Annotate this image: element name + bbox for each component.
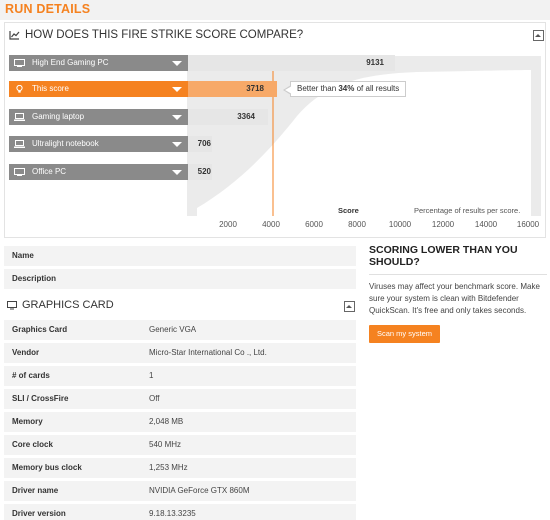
chart-icon xyxy=(9,31,20,40)
score-axis-label: Score xyxy=(338,206,359,215)
table-row: Core clock 540 MHz xyxy=(4,435,356,455)
bar-dropdown-gaming-laptop[interactable]: Gaming laptop xyxy=(9,109,188,125)
monitor-icon xyxy=(7,300,17,309)
callout-prefix: Better than xyxy=(297,84,339,93)
row-value: NVIDIA GeForce GTX 860M xyxy=(149,486,250,495)
axis-tick: 2000 xyxy=(219,220,237,229)
bar-row-ultralight-notebook: Ultralight notebook 706 xyxy=(9,136,214,152)
laptop-icon xyxy=(14,113,25,121)
table-row: # of cards 1 xyxy=(4,366,356,386)
row-key: Description xyxy=(12,274,57,283)
chevron-down-icon xyxy=(172,142,182,147)
row-value: Micro-Star International Co ., Ltd. xyxy=(149,348,267,357)
graphics-card-section-header: GRAPHICS CARD xyxy=(4,295,356,317)
axis-tick: 12000 xyxy=(431,220,455,229)
axis-tick: 14000 xyxy=(474,220,498,229)
table-row: Vendor Micro-Star International Co ., Lt… xyxy=(4,343,356,363)
row-key: # of cards xyxy=(12,371,50,380)
scoring-text: Viruses may affect your benchmark score.… xyxy=(369,282,540,315)
bar-dropdown-office-pc[interactable]: Office PC xyxy=(9,164,188,180)
row-value: 9.18.13.3235 xyxy=(149,509,196,518)
bar-value: 3364 xyxy=(237,112,255,121)
percentage-axis-label: Percentage of results per score. xyxy=(414,206,521,215)
callout-percent: 34% xyxy=(338,84,355,93)
bar-dropdown-ultralight-notebook[interactable]: Ultralight notebook xyxy=(9,136,188,152)
row-key: Name xyxy=(12,251,34,260)
bar-row-gaming-laptop: Gaming laptop 3364 xyxy=(9,109,279,125)
axis-tick: 8000 xyxy=(348,220,366,229)
axis-tick: 16000 xyxy=(516,220,540,229)
scoring-title: SCORING LOWER THAN YOU SHOULD? xyxy=(369,244,547,275)
bar-dropdown-high-end-gaming-pc[interactable]: High End Gaming PC xyxy=(9,55,188,71)
table-row: Driver name NVIDIA GeForce GTX 860M xyxy=(4,481,356,501)
row-value: 1 xyxy=(149,371,154,380)
table-row: Graphics Card Generic VGA xyxy=(4,320,356,340)
row-key: Graphics Card xyxy=(12,325,68,334)
bar-label: This score xyxy=(32,84,69,93)
compare-heading-text: HOW DOES THIS FIRE STRIKE SCORE COMPARE? xyxy=(25,29,304,41)
row-key: Memory xyxy=(12,417,43,426)
bar-label: Ultralight notebook xyxy=(32,139,99,148)
bar-value: 706 xyxy=(197,139,211,148)
row-value: 1,253 MHz xyxy=(149,463,188,472)
row-key: Driver name xyxy=(12,486,59,495)
compare-heading: HOW DOES THIS FIRE STRIKE SCORE COMPARE? xyxy=(9,29,303,41)
collapse-graphics-card-button[interactable] xyxy=(344,301,355,312)
row-value: Generic VGA xyxy=(149,325,197,334)
details-table: Name Description xyxy=(4,246,356,292)
row-key: Driver version xyxy=(12,509,66,518)
axis-tick: 6000 xyxy=(305,220,323,229)
distribution-chart xyxy=(187,56,541,216)
bar-label: High End Gaming PC xyxy=(32,58,109,67)
chevron-down-icon xyxy=(172,61,182,66)
section-title-text: GRAPHICS CARD xyxy=(22,299,114,311)
row-key: Memory bus clock xyxy=(12,463,82,472)
distribution-svg xyxy=(197,56,531,216)
section-title: GRAPHICS CARD xyxy=(7,299,114,311)
table-row: Name xyxy=(4,246,356,266)
table-row: Description xyxy=(4,269,356,289)
row-key: Vendor xyxy=(12,348,40,357)
table-row: Driver version 9.18.13.3235 xyxy=(4,504,356,520)
bar-value: 520 xyxy=(197,167,211,176)
chevron-down-icon xyxy=(172,115,182,120)
row-value: 2,048 MB xyxy=(149,417,184,426)
chevron-down-icon xyxy=(172,87,182,92)
laptop-icon xyxy=(14,140,25,148)
bar-label: Office PC xyxy=(32,167,67,176)
bar-value: 9131 xyxy=(366,58,384,67)
bar-label: Gaming laptop xyxy=(32,112,85,121)
table-row: Memory bus clock 1,253 MHz xyxy=(4,458,356,478)
axis-tick: 4000 xyxy=(262,220,280,229)
row-key: SLI / CrossFire xyxy=(12,394,69,403)
bar-row-high-end-gaming-pc: High End Gaming PC 9131 xyxy=(9,55,395,71)
axis-tick: 10000 xyxy=(388,220,412,229)
callout-suffix: of all results xyxy=(354,84,400,93)
bar-dropdown-this-score[interactable]: This score xyxy=(9,81,188,97)
scoring-panel: SCORING LOWER THAN YOU SHOULD? Viruses m… xyxy=(369,244,547,343)
table-row: Memory 2,048 MB xyxy=(4,412,356,432)
desktop-icon xyxy=(14,59,25,67)
row-key: Core clock xyxy=(12,440,53,449)
chevron-down-icon xyxy=(172,170,182,175)
bar-row-this-score: This score 3718 xyxy=(9,81,279,97)
scan-my-system-button[interactable]: Scan my system xyxy=(369,325,441,343)
row-value: Off xyxy=(149,394,160,403)
collapse-compare-button[interactable] xyxy=(533,30,544,41)
desktop-icon xyxy=(14,168,25,176)
table-row: SLI / CrossFire Off xyxy=(4,389,356,409)
graphics-card-table: Graphics Card Generic VGA Vendor Micro-S… xyxy=(4,320,356,520)
row-value: 540 MHz xyxy=(149,440,182,449)
percentile-callout: Better than 34% of all results xyxy=(282,81,407,97)
bar-value: 3718 xyxy=(246,84,264,93)
page-title: RUN DETAILS xyxy=(5,2,91,16)
bar-row-office-pc: Office PC 520 xyxy=(9,164,214,180)
lightbulb-icon xyxy=(16,85,23,93)
